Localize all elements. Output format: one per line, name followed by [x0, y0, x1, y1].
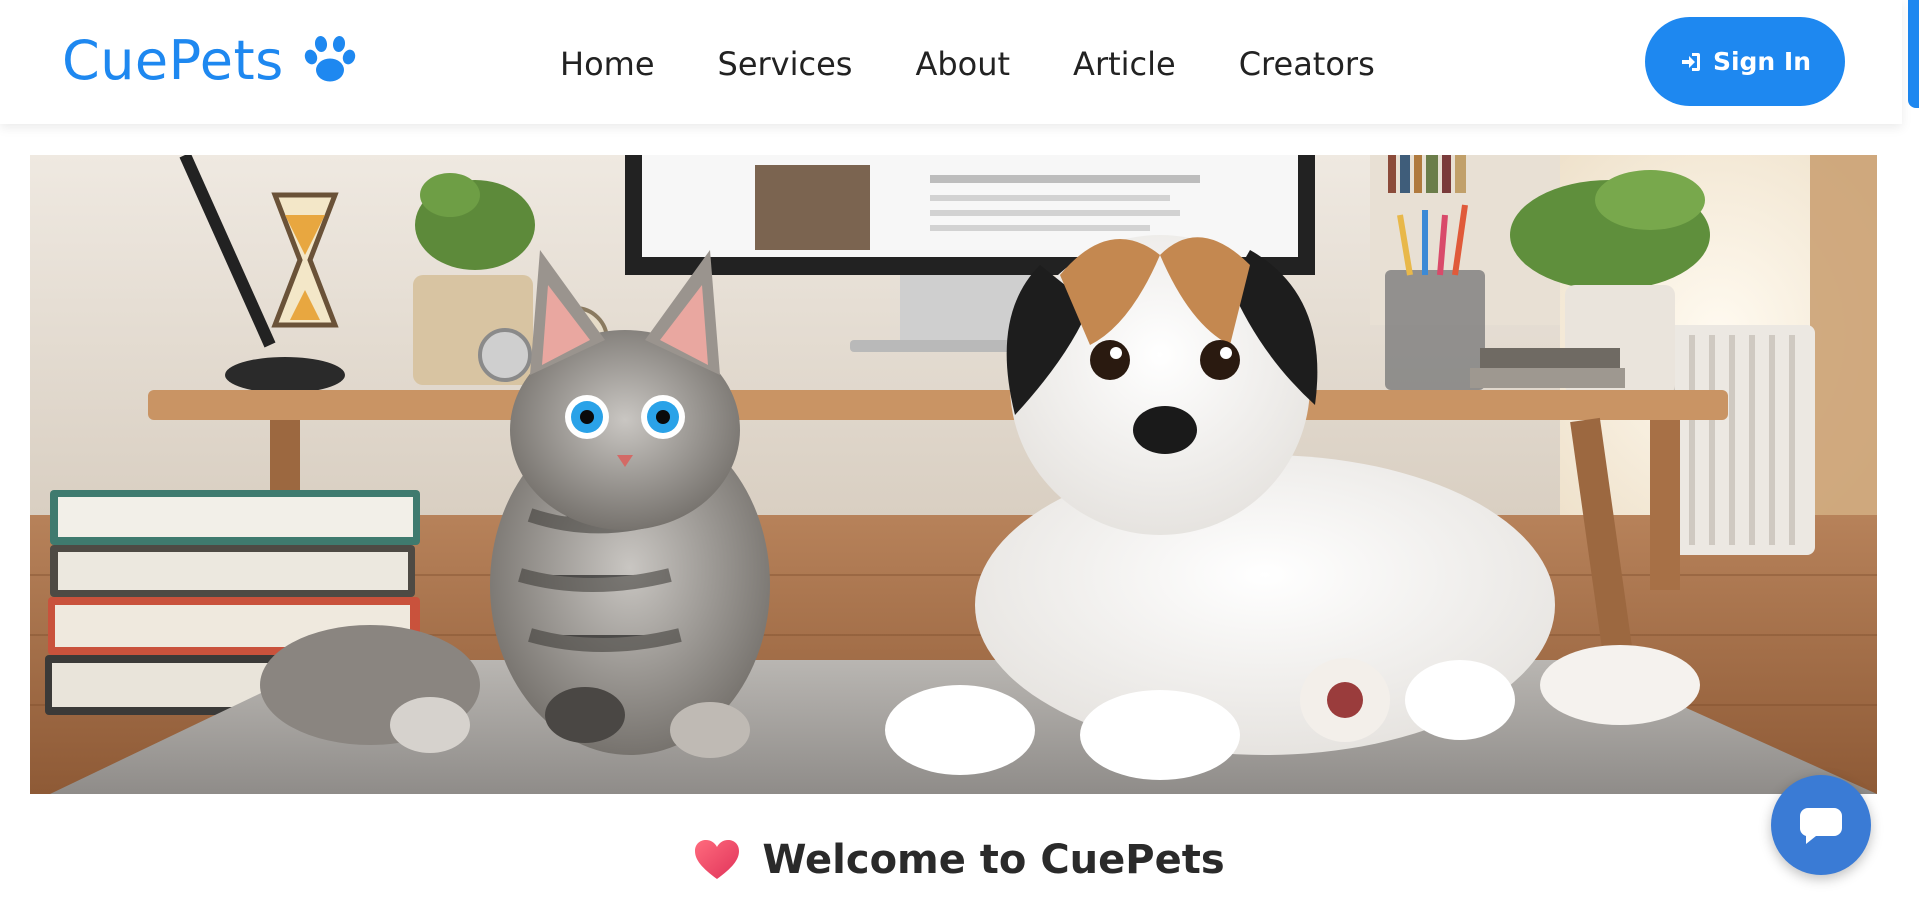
sign-in-icon	[1681, 52, 1700, 71]
welcome-heading: Welcome to CuePets	[0, 830, 1919, 890]
sign-in-button[interactable]: Sign In	[1645, 17, 1845, 106]
paw-icon	[304, 36, 356, 82]
nav-about[interactable]: About	[915, 45, 1010, 83]
nav-services[interactable]: Services	[718, 45, 853, 83]
brand-logo[interactable]: CuePets	[62, 28, 358, 92]
navbar: CuePets Home Services About Article Crea…	[0, 0, 1902, 124]
nav-home[interactable]: Home	[560, 45, 655, 83]
heart-icon	[695, 840, 740, 879]
scrollbar-thumb[interactable]	[1908, 0, 1919, 108]
brand-name: CuePets	[62, 28, 284, 92]
welcome-title: Welcome to CuePets	[762, 837, 1225, 883]
hero-image	[30, 155, 1877, 794]
chat-button[interactable]	[1771, 775, 1871, 875]
main-nav: Home Services About Article Creators	[560, 40, 1375, 88]
chat-bubble-icon	[1799, 808, 1842, 844]
nav-creators[interactable]: Creators	[1239, 45, 1375, 83]
sign-in-label: Sign In	[1712, 47, 1812, 76]
nav-article[interactable]: Article	[1073, 45, 1176, 83]
